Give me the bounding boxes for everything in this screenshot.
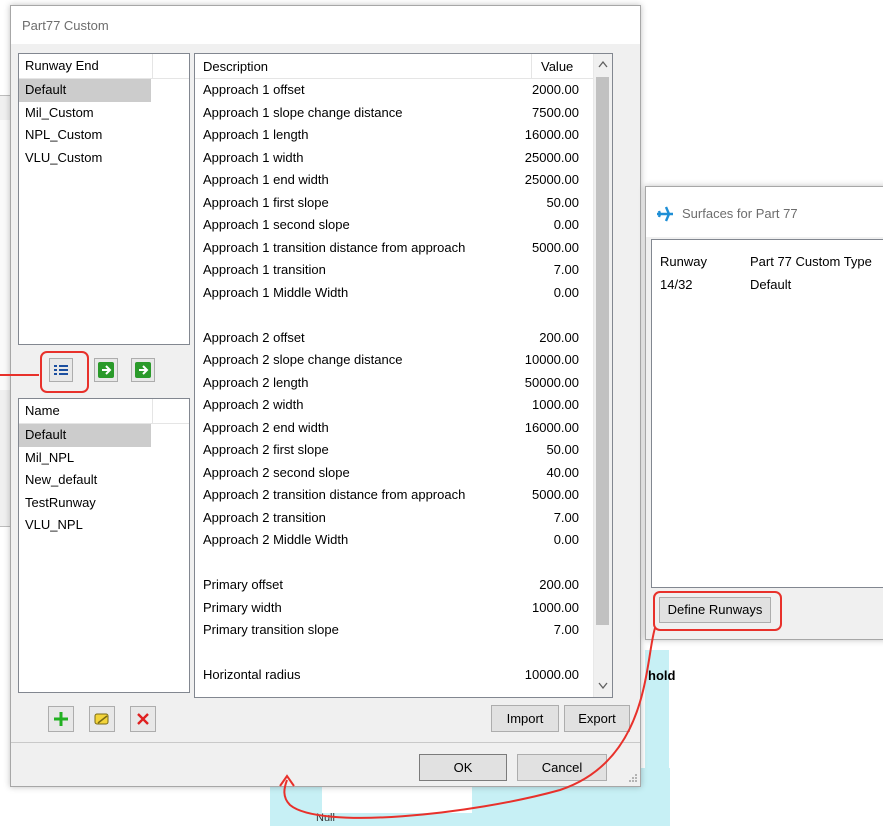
annotation-arrow-curve (283, 627, 656, 819)
annotation-overlay (0, 374, 656, 819)
